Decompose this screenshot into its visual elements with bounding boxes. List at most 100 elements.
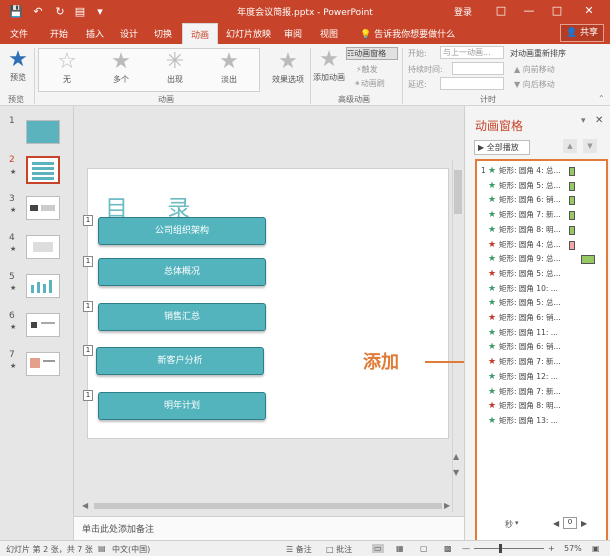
add-animation-button[interactable]: ★ 添加动画 (312, 48, 346, 83)
slide-thumbnail-2[interactable] (26, 156, 60, 184)
vertical-scrollbar[interactable]: ▲ ▼ (452, 160, 463, 512)
slide-thumbnail-3[interactable] (26, 196, 60, 220)
timeline-bar[interactable] (569, 196, 575, 206)
tab-home[interactable]: 开始 (50, 27, 68, 40)
timeline-left-icon[interactable]: ◀ (553, 519, 559, 528)
animation-list-item[interactable]: ★ 矩形: 圆角 7: 新... (477, 385, 606, 399)
slide-thumbnail-1[interactable] (26, 120, 60, 144)
timeline-right-icon[interactable]: ▶ (581, 519, 587, 528)
scroll-thumb-horizontal[interactable] (94, 503, 442, 509)
language-indicator[interactable]: 中文(中国) (112, 544, 150, 555)
move-later-button[interactable]: ▼ 向后移动 (514, 79, 555, 90)
tab-design[interactable]: 设计 (120, 27, 138, 40)
slide-thumbnail-7[interactable] (26, 352, 60, 376)
zoom-in-icon[interactable]: + (548, 544, 555, 553)
toc-box-1[interactable]: 公司组织架构 (98, 217, 266, 245)
spellcheck-icon[interactable]: ▤ (98, 544, 106, 553)
share-button[interactable]: 👤 共享 (560, 24, 604, 42)
zoom-out-icon[interactable]: — (462, 544, 470, 553)
comments-button[interactable]: □ 批注 (326, 544, 352, 555)
horizontal-scrollbar[interactable]: ◀ ▶ (80, 500, 452, 512)
preview-button[interactable]: ★ 预览 (4, 48, 32, 83)
tab-transitions[interactable]: 切换 (154, 27, 172, 40)
timeline-zoom-box[interactable]: 0 (563, 517, 577, 529)
normal-view-icon[interactable]: ▭ (372, 544, 384, 553)
anim-multiple[interactable]: ★ 多个 (104, 50, 138, 85)
timeline-bar[interactable] (569, 167, 575, 176)
animation-list-item[interactable]: ★ 矩形: 圆角 12: ... (477, 370, 606, 384)
pane-menu-icon[interactable]: ▾ (581, 116, 586, 126)
animation-list-item[interactable]: ★ 矩形: 圆角 8: 明... (477, 223, 606, 237)
animation-list-item[interactable]: ★ 矩形: 圆角 6: 销... (477, 311, 606, 325)
toc-box-3[interactable]: 销售汇总 (98, 303, 266, 331)
start-dropdown[interactable]: 与上一动画... (440, 46, 504, 59)
animation-list-item[interactable]: ★ 矩形: 圆角 8: 明... (477, 399, 606, 413)
effect-options-button[interactable]: ★ 效果选项 (268, 50, 308, 85)
animation-painter-button[interactable]: ✴动画刷 (354, 78, 385, 89)
ribbon-display-icon[interactable]: □ (490, 2, 512, 20)
tab-file[interactable]: 文件 (10, 27, 28, 40)
animation-list-item[interactable]: ★ 矩形: 圆角 11: ... (477, 326, 606, 340)
slide-thumbnail-6[interactable] (26, 313, 60, 337)
notes-pane[interactable]: 单击此处添加备注 (74, 516, 464, 540)
duration-input[interactable] (452, 62, 504, 75)
animation-list-item[interactable]: ★ 矩形: 圆角 7: 新... (477, 208, 606, 222)
tab-review[interactable]: 审阅 (284, 27, 302, 40)
scroll-thumb[interactable] (454, 170, 462, 214)
timeline-bar[interactable] (581, 255, 595, 265)
delay-input[interactable] (440, 77, 504, 90)
animation-list-item[interactable]: ★ 矩形: 圆角 5: 总... (477, 267, 606, 281)
move-earlier-button[interactable]: ▲ 向前移动 (514, 64, 555, 75)
scroll-up-icon[interactable]: ▲ (453, 452, 459, 461)
tab-view[interactable]: 视图 (320, 27, 338, 40)
maximize-icon[interactable]: □ (546, 2, 568, 20)
zoom-slider-thumb[interactable] (499, 544, 502, 553)
animation-list-item[interactable]: 1 ★ 矩形: 圆角 4: 总... (477, 164, 606, 178)
animation-list-item[interactable]: ★ 矩形: 圆角 7: 新... (477, 355, 606, 369)
tab-insert[interactable]: 插入 (86, 27, 104, 40)
reading-view-icon[interactable]: ▢ (420, 544, 428, 553)
animation-list-item[interactable]: ★ 矩形: 圆角 6: 销... (477, 193, 606, 207)
animation-list-item[interactable]: ★ 矩形: 圆角 5: 总... (477, 179, 606, 193)
move-down-icon[interactable]: ▼ (583, 139, 597, 153)
fit-to-window-icon[interactable]: ▣ (592, 544, 600, 553)
toc-box-5[interactable]: 明年计划 (98, 392, 266, 420)
animation-list-item[interactable]: ★ 矩形: 圆角 5: 总... (477, 296, 606, 310)
anim-appear[interactable]: ✳ 出现 (158, 50, 192, 85)
toc-box-2[interactable]: 总体概况 (98, 258, 266, 286)
tell-me-search[interactable]: 💡 告诉我你想要做什么 (360, 27, 455, 40)
move-up-icon[interactable]: ▲ (563, 139, 577, 153)
animation-pane-button[interactable]: ☶动画窗格 (346, 47, 398, 60)
login-link[interactable]: 登录 (454, 5, 472, 18)
animation-list-item[interactable]: ★ 矩形: 圆角 10: ... (477, 282, 606, 296)
play-all-button[interactable]: ▶ 全部播放 (474, 140, 530, 155)
slide-thumbnail-5[interactable] (26, 274, 60, 298)
anim-none[interactable]: ☆ 无 (50, 50, 84, 85)
animation-list-item[interactable]: ★ 矩形: 圆角 4: 总... (477, 238, 606, 252)
anim-fade[interactable]: ★ 淡出 (212, 50, 246, 85)
close-icon[interactable]: ✕ (578, 2, 600, 20)
timeline-bar[interactable] (569, 211, 575, 221)
animation-list-item[interactable]: ★ 矩形: 圆角 13: ... (477, 414, 606, 428)
zoom-level[interactable]: 57% (564, 544, 582, 553)
scroll-left-icon[interactable]: ◀ (82, 501, 88, 510)
scroll-down-icon[interactable]: ▼ (453, 468, 459, 477)
timeline-bar[interactable] (569, 240, 575, 250)
slide-sorter-icon[interactable]: ▦ (396, 544, 404, 553)
slideshow-icon[interactable]: ▩ (444, 544, 452, 553)
animation-list-item[interactable]: ★ 矩形: 圆角 9: 总... (477, 252, 606, 266)
seconds-dropdown-icon[interactable]: ▾ (515, 519, 519, 527)
toc-box-4[interactable]: 新客户分析 (96, 347, 264, 375)
scroll-right-icon[interactable]: ▶ (444, 501, 450, 510)
tab-animations[interactable]: 动画 (182, 23, 219, 44)
notes-button[interactable]: ☰ 备注 (286, 544, 312, 555)
tab-slideshow[interactable]: 幻灯片放映 (226, 27, 271, 40)
timeline-bar[interactable] (569, 225, 575, 235)
timeline-bar[interactable] (569, 181, 575, 191)
zoom-slider[interactable] (474, 548, 544, 549)
slide-thumbnail-4[interactable] (26, 235, 60, 259)
minimize-icon[interactable]: — (518, 2, 540, 20)
animation-list-item[interactable]: ★ 矩形: 圆角 6: 销... (477, 340, 606, 354)
pane-close-icon[interactable]: ✕ (595, 115, 603, 126)
collapse-ribbon-icon[interactable]: ⌃ (598, 94, 605, 103)
